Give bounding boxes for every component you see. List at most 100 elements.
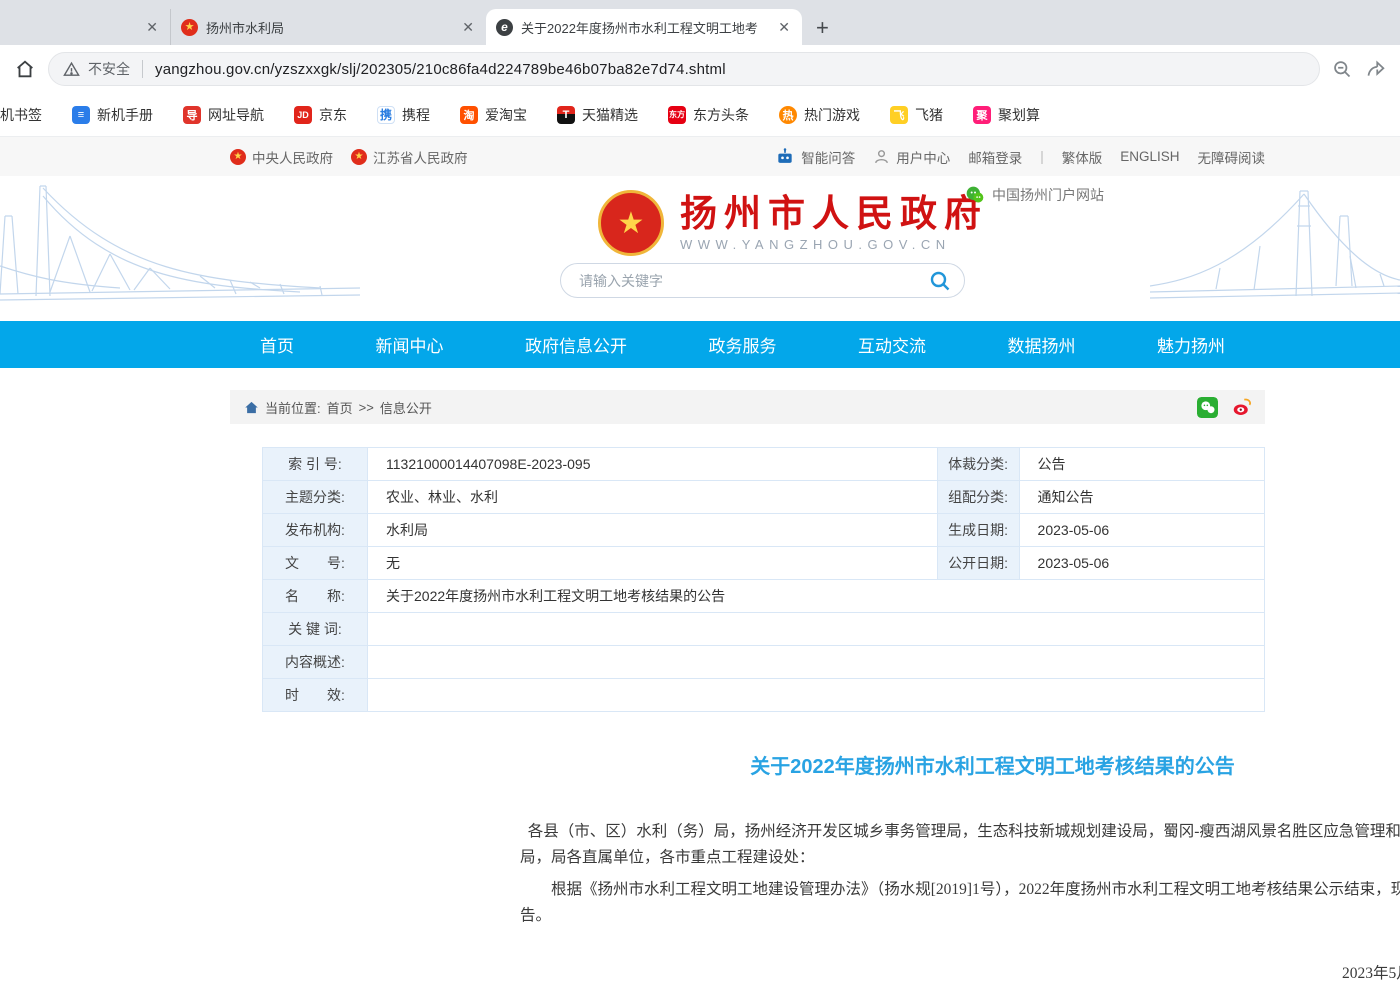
link-accessibility[interactable]: 无障碍阅读	[1198, 147, 1266, 167]
meta-label: 关 键 词:	[263, 613, 368, 646]
bookmark-item[interactable]: 机书签	[0, 105, 42, 125]
link-label: 智能问答	[801, 147, 855, 167]
link-english[interactable]: ENGLISH	[1120, 149, 1179, 164]
bookmark-label: 聚划算	[998, 105, 1040, 125]
announcement-article: 关于2022年度扬州市水利工程文明工地考核结果的公告 各县（市、区）水利（务）局…	[520, 750, 1400, 997]
tab-announcement-active[interactable]: e 关于2022年度扬州市水利工程文明工地考 ✕	[486, 9, 802, 45]
portal-link[interactable]: 中国扬州门户网站	[965, 185, 1104, 205]
meta-value-summary	[368, 646, 1265, 679]
bookmark-label: 飞猪	[915, 105, 943, 125]
meta-label: 名 称:	[263, 580, 368, 613]
bookmark-item[interactable]: JD京东	[294, 105, 347, 125]
wechat-share-icon[interactable]	[1197, 397, 1218, 418]
meta-label: 时 效:	[263, 679, 368, 712]
bookmark-item[interactable]: 热热门游戏	[779, 105, 860, 125]
tab-partial[interactable]: ✕	[0, 9, 170, 45]
warning-icon[interactable]	[63, 61, 80, 78]
manual-icon: ≡	[72, 106, 90, 124]
meta-label: 生成日期:	[937, 514, 1019, 547]
link-label: 江苏省人民政府	[373, 147, 468, 167]
meta-value-genre: 公告	[1019, 448, 1264, 481]
tab-water-bureau[interactable]: ★ 扬州市水利局 ✕	[170, 9, 486, 45]
link-label: 邮箱登录	[968, 147, 1022, 167]
bookmarks-bar: 机书签 ≡新机手册 导网址导航 JD京东 携携程 淘爱淘宝 T天猫精选 东方东方…	[0, 93, 1400, 137]
link-label: ENGLISH	[1120, 149, 1179, 164]
security-label[interactable]: 不安全	[88, 59, 130, 79]
close-icon[interactable]: ✕	[144, 19, 160, 36]
zoom-out-icon[interactable]	[1332, 59, 1353, 80]
ctrip-icon: 携	[377, 106, 395, 124]
link-smart-qa[interactable]: 智能问答	[775, 147, 855, 167]
site-domain: WWW.YANGZHOU.GOV.CN	[680, 237, 988, 252]
bookmark-item[interactable]: 导网址导航	[183, 105, 264, 125]
gov-links-bar: ★中央人民政府 ★江苏省人民政府 智能问答 用户中心 邮箱登录 | 繁体版 EN…	[0, 137, 1400, 176]
home-icon[interactable]	[14, 58, 36, 80]
nav-services[interactable]: 政务服务	[709, 332, 777, 357]
nav-info-disclosure[interactable]: 政府信息公开	[525, 332, 627, 357]
site-name: 扬州市人民政府	[680, 194, 988, 234]
bookmark-item[interactable]: 携携程	[377, 105, 430, 125]
search-input[interactable]	[579, 273, 928, 289]
bookmark-item[interactable]: 飞飞猪	[890, 105, 943, 125]
juhuasuan-icon: 聚	[973, 106, 991, 124]
user-icon	[873, 148, 890, 165]
meta-label: 内容概述:	[263, 646, 368, 679]
table-row: 主题分类: 农业、林业、水利 组配分类: 通知公告	[263, 481, 1265, 514]
bookmark-item[interactable]: 淘爱淘宝	[460, 105, 527, 125]
bookmark-item[interactable]: T天猫精选	[557, 105, 638, 125]
meta-label: 索 引 号:	[263, 448, 368, 481]
table-row: 索 引 号: 11321000014407098E-2023-095 体裁分类:…	[263, 448, 1265, 481]
games-icon: 热	[779, 106, 797, 124]
nav-news[interactable]: 新闻中心	[376, 332, 444, 357]
meta-value-publish-date: 2023-05-06	[1019, 547, 1264, 580]
bookmark-item[interactable]: 东方东方头条	[668, 105, 749, 125]
bridge-sketch-left	[0, 176, 360, 321]
meta-value-keywords	[368, 613, 1265, 646]
breadcrumb-section-link[interactable]: 信息公开	[380, 398, 432, 417]
site-logo[interactable]: ★ 扬州市人民政府 WWW.YANGZHOU.GOV.CN	[598, 190, 988, 256]
meta-label: 组配分类:	[937, 481, 1019, 514]
meta-label: 体裁分类:	[937, 448, 1019, 481]
wechat-icon	[965, 185, 985, 205]
link-jiangsu-gov[interactable]: ★江苏省人民政府	[351, 147, 468, 167]
new-tab-button[interactable]: +	[816, 17, 829, 39]
nav-data[interactable]: 数据扬州	[1008, 332, 1076, 357]
bookmark-label: 网址导航	[208, 105, 264, 125]
url-text[interactable]: yangzhou.gov.cn/yzszxxgk/slj/202305/210c…	[155, 61, 726, 78]
bookmark-label: 京东	[319, 105, 347, 125]
bookmark-label: 天猫精选	[582, 105, 638, 125]
nav-interaction[interactable]: 互动交流	[858, 332, 926, 357]
link-mail-login[interactable]: 邮箱登录	[968, 147, 1022, 167]
table-row: 发布机构: 水利局 生成日期: 2023-05-06	[263, 514, 1265, 547]
meta-value-index-number: 11321000014407098E-2023-095	[368, 448, 938, 481]
search-icon[interactable]	[928, 269, 952, 293]
bookmark-item[interactable]: 聚聚划算	[973, 105, 1040, 125]
link-traditional[interactable]: 繁体版	[1062, 147, 1103, 167]
link-central-gov[interactable]: ★中央人民政府	[230, 147, 333, 167]
main-nav: 首页 新闻中心 政府信息公开 政务服务 互动交流 数据扬州 魅力扬州	[0, 321, 1400, 368]
table-row: 名 称: 关于2022年度扬州市水利工程文明工地考核结果的公告	[263, 580, 1265, 613]
share-icon[interactable]	[1365, 59, 1386, 80]
link-user-center[interactable]: 用户中心	[873, 147, 950, 167]
national-emblem-icon: ★	[598, 190, 664, 256]
meta-value-category: 通知公告	[1019, 481, 1264, 514]
nav-home[interactable]: 首页	[260, 332, 294, 357]
meta-value-create-date: 2023-05-06	[1019, 514, 1264, 547]
meta-label: 公开日期:	[937, 547, 1019, 580]
bookmark-label: 携程	[402, 105, 430, 125]
table-row: 时 效:	[263, 679, 1265, 712]
site-search[interactable]	[560, 263, 965, 298]
weibo-share-icon[interactable]	[1232, 397, 1253, 418]
address-bar[interactable]: 不安全 yangzhou.gov.cn/yzszxxgk/slj/202305/…	[48, 52, 1320, 86]
gov-emblem-icon: ★	[181, 19, 198, 36]
home-icon	[244, 400, 259, 415]
close-icon[interactable]: ✕	[460, 19, 476, 36]
breadcrumb: 当前位置: 首页 >> 信息公开	[230, 390, 1265, 424]
close-icon[interactable]: ✕	[776, 19, 792, 36]
bookmark-label: 爱淘宝	[485, 105, 527, 125]
bookmark-item[interactable]: ≡新机手册	[72, 105, 153, 125]
link-label: 用户中心	[896, 147, 950, 167]
nav-charm[interactable]: 魅力扬州	[1157, 332, 1225, 357]
breadcrumb-home-link[interactable]: 首页	[327, 398, 353, 417]
robot-icon	[775, 147, 795, 167]
